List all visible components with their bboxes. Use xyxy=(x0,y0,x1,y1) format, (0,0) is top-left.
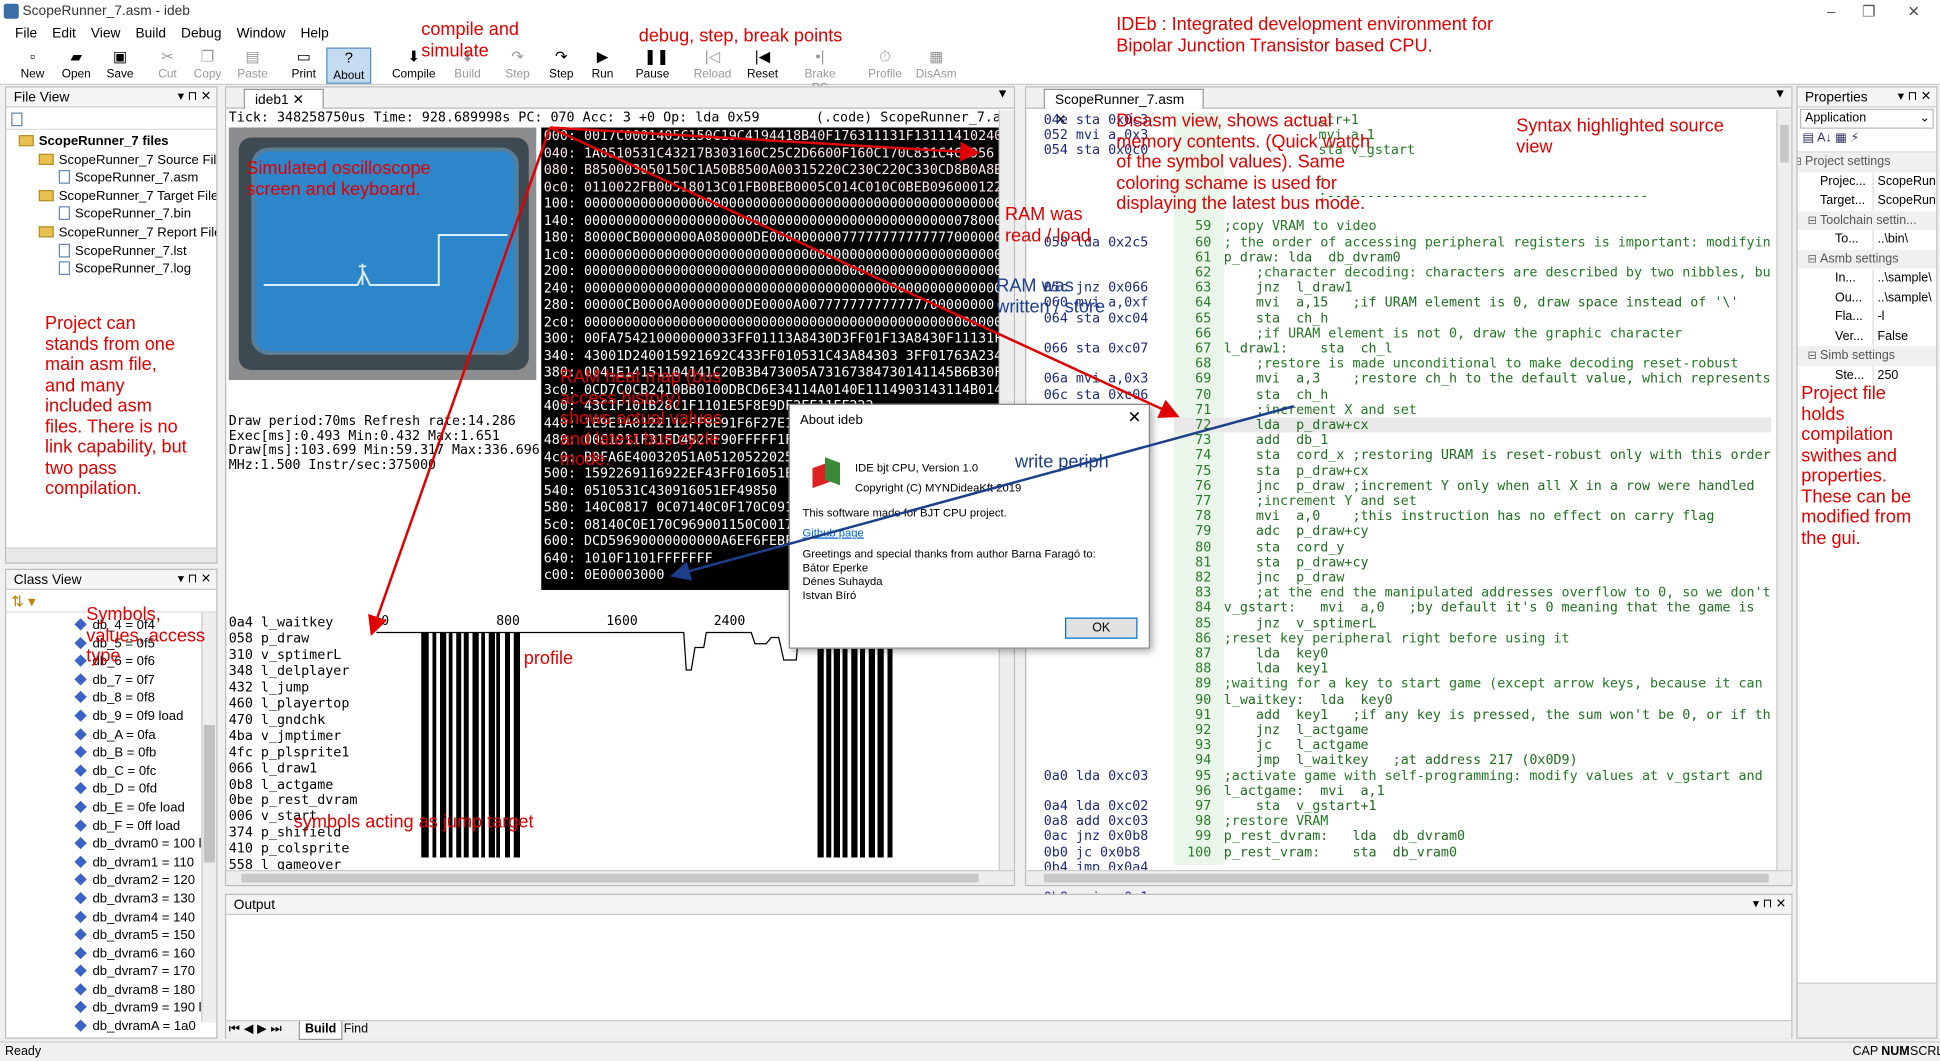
anno-scope: Simulated oscilloscope screen and keyboa… xyxy=(246,159,430,200)
anno-disasm: Disasm view, shows actual memory content… xyxy=(1116,111,1370,214)
anno-profile: profile xyxy=(524,649,573,670)
anno-jumptarget: symbols acting as jump target xyxy=(294,813,534,834)
anno-project: Project can stands from one main asm fil… xyxy=(45,314,187,500)
anno-ramwrite: RAM was written / store xyxy=(996,276,1105,317)
anno-ide: IDEb : Integrated development environmen… xyxy=(1116,15,1493,56)
anno-compile: compile and simulate xyxy=(421,20,519,61)
anno-syntax: Syntax highlighted source view xyxy=(1516,116,1724,157)
anno-ramread: RAM was read / load xyxy=(1005,205,1091,246)
anno-writeperiph: write periph xyxy=(1015,453,1109,474)
anno-projfile: Project file holds compilation swithes a… xyxy=(1801,384,1911,549)
anno-heatmap: RAM heat map (bus access history) shows … xyxy=(560,368,722,471)
anno-symbols: Symbols, values, access type xyxy=(86,605,205,667)
anno-debug: debug, step, break points xyxy=(639,26,843,47)
